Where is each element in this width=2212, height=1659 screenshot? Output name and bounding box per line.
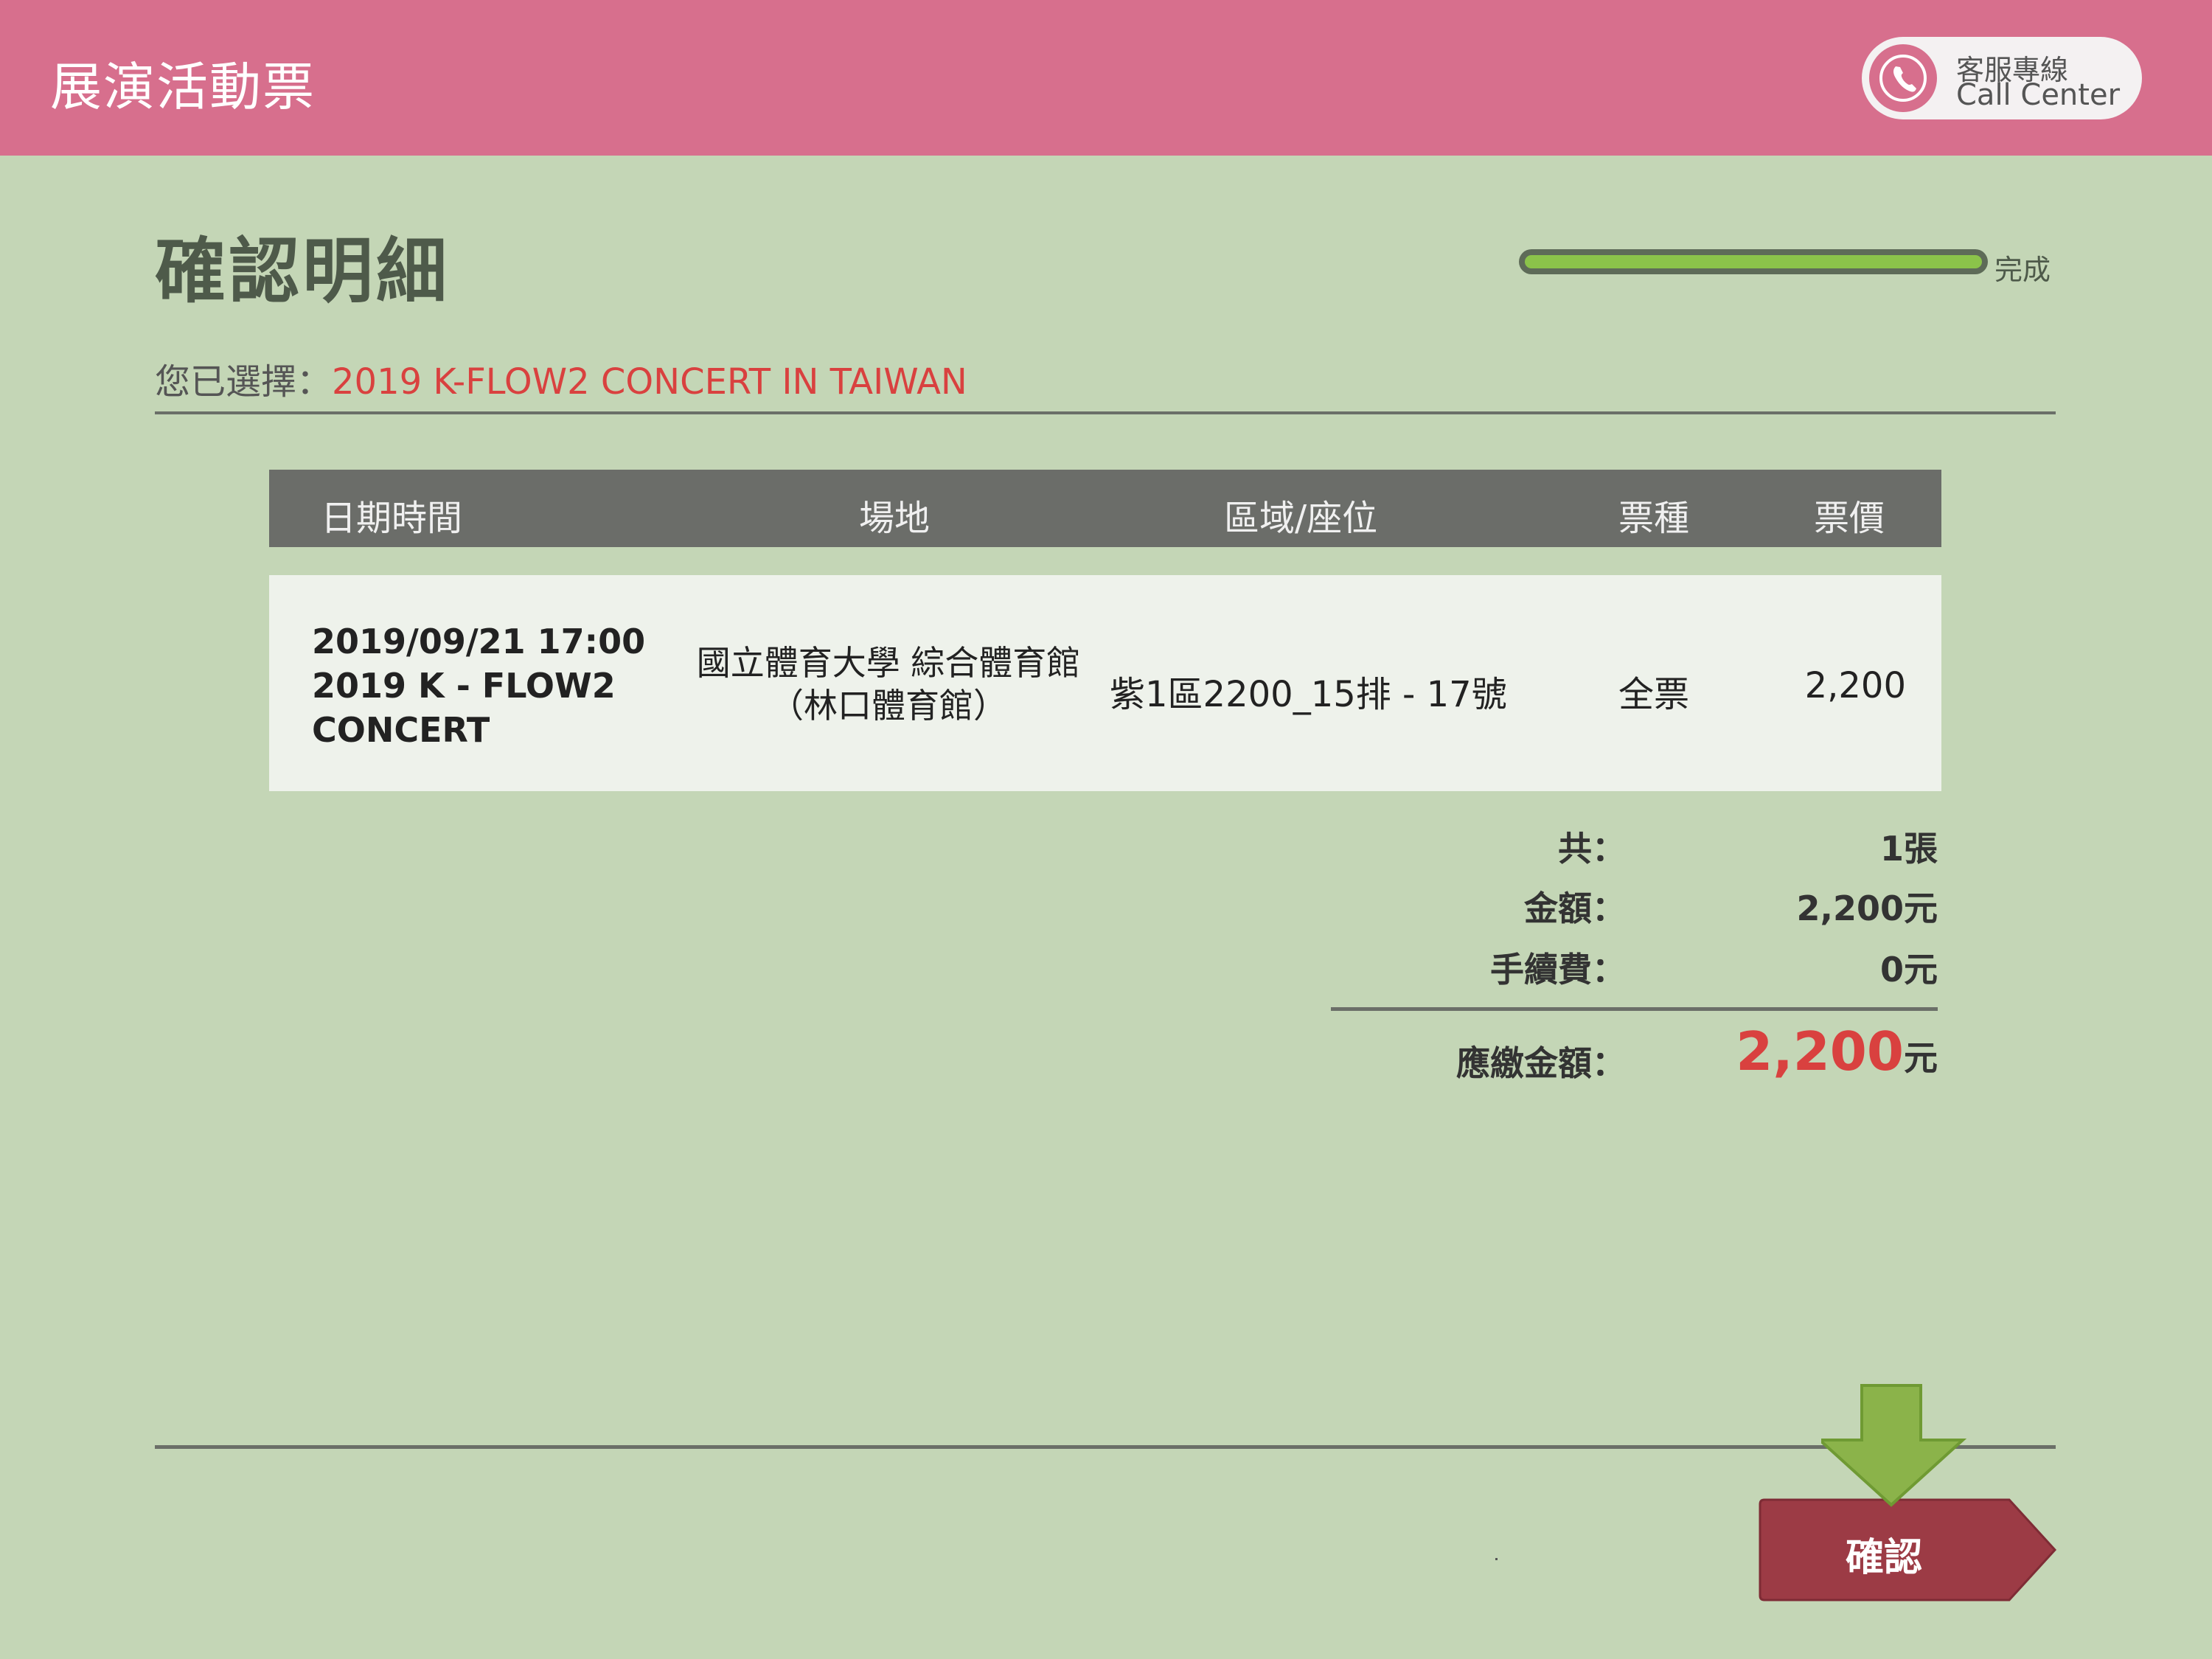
summary-fee-value: 0元	[1879, 950, 1938, 990]
column-header-datetime: 日期時間	[321, 498, 463, 539]
column-header-price: 票價	[1814, 498, 1885, 539]
selected-label: 您已選擇：	[155, 361, 333, 403]
call-center-button[interactable]: 客服專線 Call Center	[1862, 37, 2142, 119]
app-title: 展演活動票	[50, 57, 316, 117]
table-header: 日期時間 場地 區域/座位 票種 票價	[269, 470, 1941, 547]
summary-count-value: 1張	[1879, 829, 1938, 869]
row-event-name: 2019 K - FLOW2 CONCERT	[312, 666, 616, 750]
cell-venue: 國立體育大學 綜合體育館（林口體育館）	[696, 643, 1081, 726]
page-title: 確認明細	[155, 230, 450, 313]
summary-fee-label: 手續費：	[1490, 950, 1626, 990]
summary-count-label: 共：	[1558, 829, 1626, 869]
total-value: 2,200	[1736, 1020, 1904, 1082]
progress-bar-fill	[1525, 255, 1982, 268]
top-bar: 展演活動票 客服專線 Call Center	[0, 0, 2212, 156]
cell-datetime: 2019/09/21 17:00 2019 K - FLOW2 CONCERT	[312, 619, 658, 752]
selected-event-name: 2019 K-FLOW2 CONCERT IN TAIWAN	[332, 361, 967, 403]
call-center-label-en: Call Center	[1956, 78, 2121, 112]
column-header-venue: 場地	[859, 498, 931, 539]
total-label: 應繳金額：	[1456, 1043, 1626, 1083]
confirm-button[interactable]: 確認	[1759, 1498, 2057, 1601]
selected-event-line: 您已選擇：2019 K-FLOW2 CONCERT IN TAIWAN	[155, 352, 967, 404]
total-unit: 元	[1904, 1038, 1938, 1078]
cell-seat: 紫1區2200_15排 - 17號	[1110, 674, 1507, 715]
summary-amount-value: 2,200元	[1796, 888, 1938, 928]
column-header-seat: 區域/座位	[1224, 498, 1378, 539]
progress-bar	[1519, 249, 1988, 274]
total-amount: 2,200元	[1736, 1020, 1938, 1082]
bottom-divider	[155, 1445, 2056, 1449]
cell-price: 2,200	[1804, 665, 1906, 706]
dot	[1495, 1558, 1498, 1560]
summary-amount-label: 金額：	[1524, 888, 1626, 928]
confirm-button-label: 確認	[1845, 1536, 1922, 1580]
summary-divider	[1331, 1007, 1938, 1011]
phone-icon	[1869, 44, 1937, 112]
column-header-ticket-type: 票種	[1618, 498, 1690, 539]
row-datetime: 2019/09/21 17:00	[312, 622, 646, 661]
progress-label: 完成	[1994, 254, 2051, 286]
table-row: 2019/09/21 17:00 2019 K - FLOW2 CONCERT …	[269, 575, 1941, 791]
divider	[155, 411, 2056, 414]
cell-ticket-type: 全票	[1618, 674, 1690, 715]
down-arrow-icon	[1821, 1384, 1967, 1507]
